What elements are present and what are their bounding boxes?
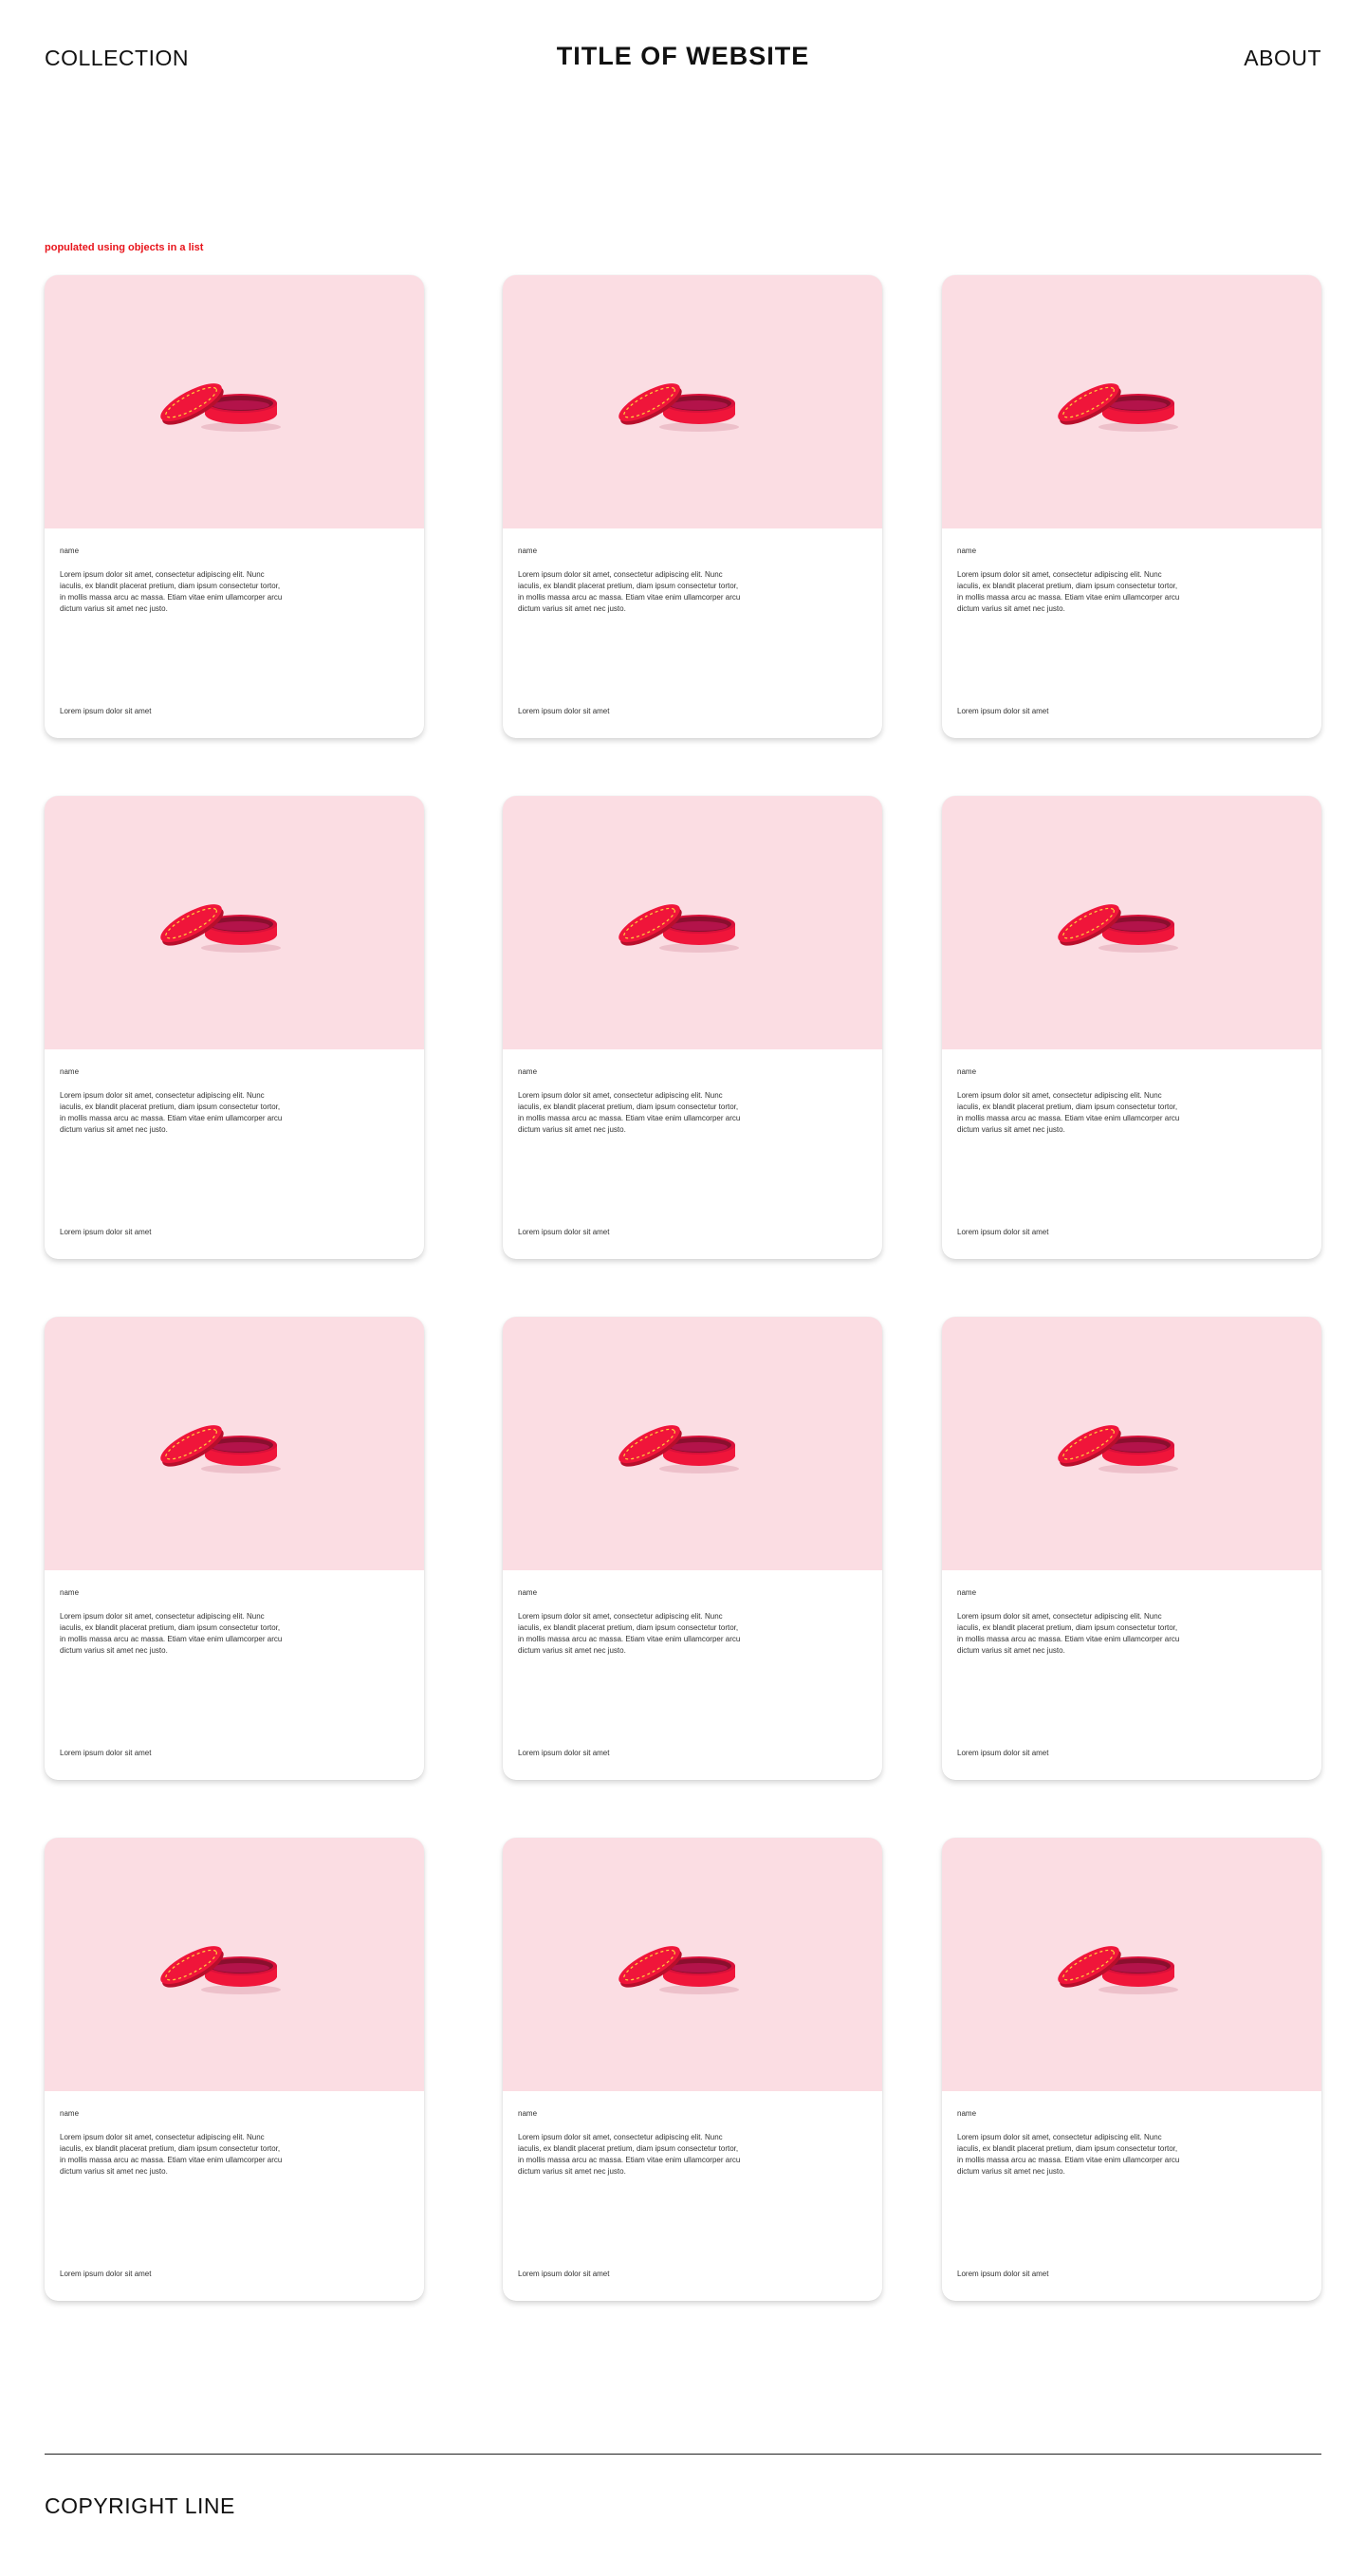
card-image	[942, 1838, 1321, 2091]
card-footer-text: Lorem ipsum dolor sit amet	[957, 2270, 1049, 2278]
card-description: Lorem ipsum dolor sit amet, consectetur …	[60, 1612, 283, 1655]
card-description: Lorem ipsum dolor sit amet, consectetur …	[957, 1091, 1180, 1134]
card-footer-text: Lorem ipsum dolor sit amet	[60, 2270, 152, 2278]
card-image	[503, 275, 882, 528]
card-footer-text: Lorem ipsum dolor sit amet	[518, 1749, 610, 1757]
lip-balm-tin-icon	[160, 904, 281, 953]
card-image	[45, 275, 424, 528]
site-header: COLLECTION TITLE OF WEBSITE ABOUT	[0, 0, 1366, 114]
product-card[interactable]: name Lorem ipsum dolor sit amet, consecte…	[942, 275, 1321, 738]
product-card[interactable]: name Lorem ipsum dolor sit amet, consecte…	[503, 1317, 882, 1780]
lip-balm-tin-icon	[1058, 1946, 1178, 1994]
card-image	[503, 1317, 882, 1570]
lip-balm-tin-icon	[618, 383, 739, 432]
lip-balm-tin-icon	[618, 904, 739, 953]
card-footer-text: Lorem ipsum dolor sit amet	[957, 1228, 1049, 1236]
nav-about-link[interactable]: ABOUT	[1244, 46, 1321, 71]
card-image	[503, 796, 882, 1049]
copyright-text: COPYRIGHT LINE	[45, 2493, 235, 2518]
card-name: name	[518, 2109, 538, 2118]
product-card[interactable]: name Lorem ipsum dolor sit amet, consecte…	[942, 1838, 1321, 2301]
card-name: name	[957, 1067, 977, 1076]
card-name: name	[60, 1067, 80, 1076]
product-card[interactable]: name Lorem ipsum dolor sit amet, consecte…	[45, 1317, 424, 1780]
card-name: name	[957, 547, 977, 555]
card-description: Lorem ipsum dolor sit amet, consectetur …	[518, 1612, 741, 1655]
footer-divider	[45, 2454, 1321, 2455]
lip-balm-tin-icon	[160, 383, 281, 432]
card-footer-text: Lorem ipsum dolor sit amet	[60, 707, 152, 715]
product-card[interactable]: name Lorem ipsum dolor sit amet, consecte…	[45, 1838, 424, 2301]
lip-balm-tin-icon	[618, 1425, 739, 1473]
card-image	[942, 275, 1321, 528]
card-description: Lorem ipsum dolor sit amet, consectetur …	[957, 1612, 1180, 1655]
card-description: Lorem ipsum dolor sit amet, consectetur …	[60, 570, 283, 613]
card-name: name	[60, 1588, 80, 1597]
card-name: name	[957, 2109, 977, 2118]
card-name: name	[60, 547, 80, 555]
card-description: Lorem ipsum dolor sit amet, consectetur …	[518, 570, 741, 613]
card-description: Lorem ipsum dolor sit amet, consectetur …	[518, 1091, 741, 1134]
card-name: name	[518, 547, 538, 555]
card-description: Lorem ipsum dolor sit amet, consectetur …	[60, 1091, 283, 1134]
lip-balm-tin-icon	[1058, 383, 1178, 432]
card-image	[503, 1838, 882, 2091]
card-footer-text: Lorem ipsum dolor sit amet	[60, 1749, 152, 1757]
card-image	[45, 1317, 424, 1570]
lip-balm-tin-icon	[1058, 904, 1178, 953]
product-card[interactable]: name Lorem ipsum dolor sit amet, consecte…	[45, 275, 424, 738]
section-label: populated using objects in a list	[45, 242, 204, 253]
card-description: Lorem ipsum dolor sit amet, consectetur …	[60, 2133, 283, 2176]
card-footer-text: Lorem ipsum dolor sit amet	[957, 707, 1049, 715]
card-footer-text: Lorem ipsum dolor sit amet	[957, 1749, 1049, 1757]
card-name: name	[957, 1588, 977, 1597]
lip-balm-tin-icon	[160, 1946, 281, 1994]
lip-balm-tin-icon	[160, 1425, 281, 1473]
product-card[interactable]: name Lorem ipsum dolor sit amet, consecte…	[503, 796, 882, 1259]
card-footer-text: Lorem ipsum dolor sit amet	[60, 1228, 152, 1236]
card-image	[942, 1317, 1321, 1570]
card-image	[45, 796, 424, 1049]
card-name: name	[518, 1067, 538, 1076]
card-name: name	[60, 2109, 80, 2118]
card-description: Lorem ipsum dolor sit amet, consectetur …	[957, 2133, 1180, 2176]
product-card[interactable]: name Lorem ipsum dolor sit amet, consecte…	[503, 1838, 882, 2301]
card-description: Lorem ipsum dolor sit amet, consectetur …	[957, 570, 1180, 613]
product-card[interactable]: name Lorem ipsum dolor sit amet, consecte…	[942, 1317, 1321, 1780]
card-image	[942, 796, 1321, 1049]
card-image	[45, 1838, 424, 2091]
card-name: name	[518, 1588, 538, 1597]
card-footer-text: Lorem ipsum dolor sit amet	[518, 2270, 610, 2278]
card-footer-text: Lorem ipsum dolor sit amet	[518, 707, 610, 715]
product-card[interactable]: name Lorem ipsum dolor sit amet, consecte…	[942, 796, 1321, 1259]
lip-balm-tin-icon	[618, 1946, 739, 1994]
site-title: TITLE OF WEBSITE	[556, 42, 810, 70]
card-footer-text: Lorem ipsum dolor sit amet	[518, 1228, 610, 1236]
card-description: Lorem ipsum dolor sit amet, consectetur …	[518, 2133, 741, 2176]
product-card[interactable]: name Lorem ipsum dolor sit amet, consecte…	[45, 796, 424, 1259]
lip-balm-tin-icon	[1058, 1425, 1178, 1473]
product-card[interactable]: name Lorem ipsum dolor sit amet, consecte…	[503, 275, 882, 738]
